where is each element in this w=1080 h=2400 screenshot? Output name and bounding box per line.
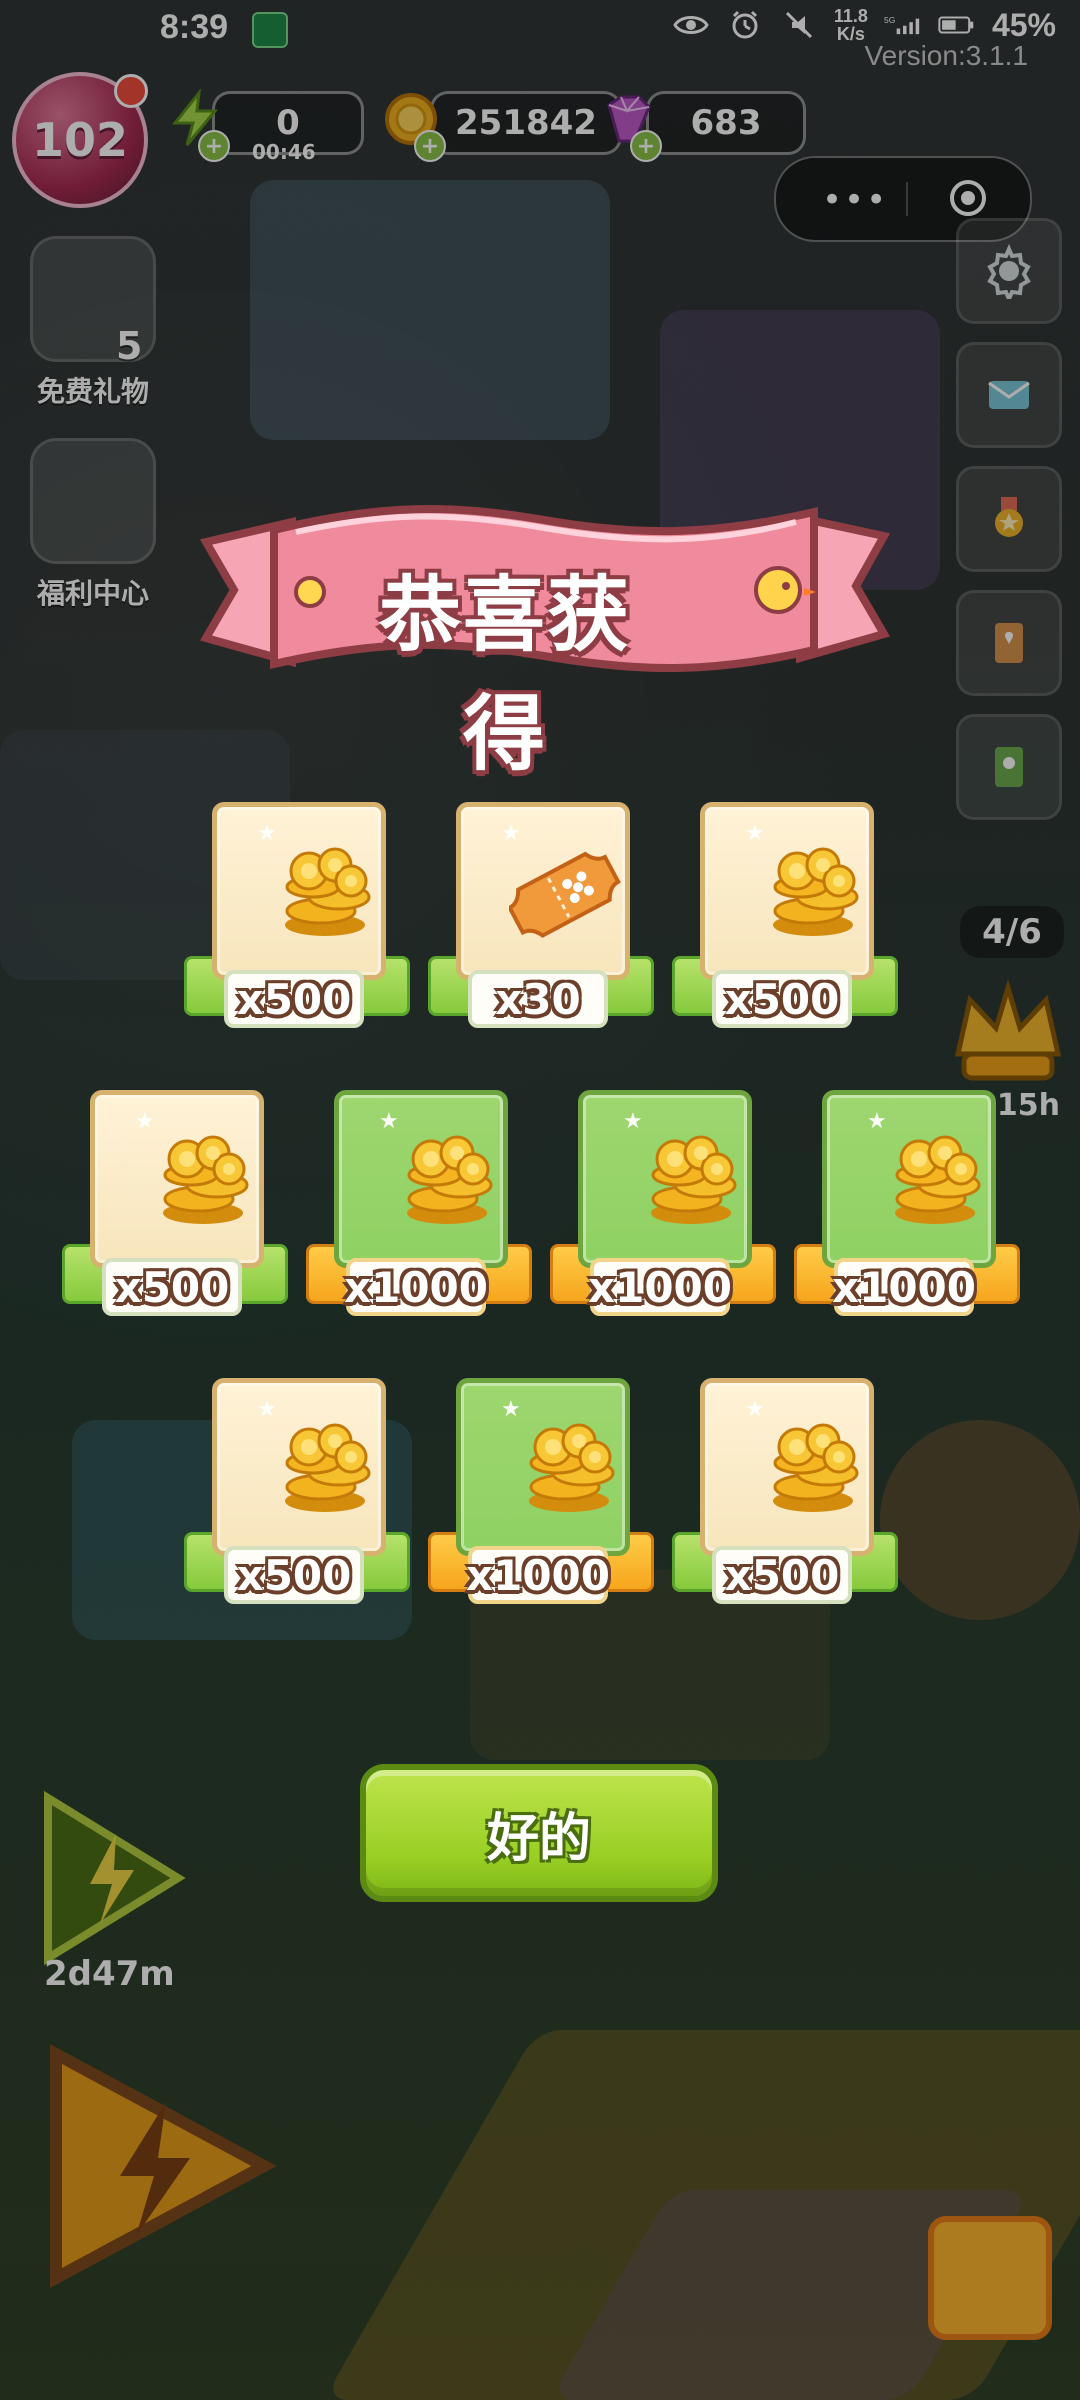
gold-coins-icon: [631, 1123, 755, 1235]
reward-amount: x500: [224, 970, 364, 1028]
reward-frame: ★: [456, 802, 630, 980]
gold-coins-icon: [387, 1123, 511, 1235]
reward-frame: ★: [578, 1090, 752, 1268]
reward-amount: x500: [102, 1258, 242, 1316]
ticket-icon: [506, 835, 633, 947]
gold-coins-icon: [509, 1411, 633, 1523]
reward-frame: ★: [212, 802, 386, 980]
reward-card: ★ x1000: [306, 1090, 532, 1335]
reward-amount: x500: [712, 1546, 852, 1604]
confirm-button[interactable]: 好的: [360, 1764, 718, 1902]
reward-card: ★ x1000: [794, 1090, 1020, 1335]
reward-frame: ★: [212, 1378, 386, 1556]
reward-grid: ★ x500 ★ x30 ★ x500 ★ x500 ★ x1000 ★ x10…: [0, 0, 1080, 2400]
reward-amount: x1000: [832, 1258, 976, 1316]
gold-coins-icon: [143, 1123, 267, 1235]
reward-card: ★ x500: [672, 1378, 898, 1623]
gold-coins-icon: [753, 835, 877, 947]
reward-card: ★ x1000: [428, 1378, 654, 1623]
reward-amount: x1000: [344, 1258, 488, 1316]
reward-card: ★ x500: [184, 802, 410, 1047]
gold-coins-icon: [753, 1411, 877, 1523]
reward-frame: ★: [700, 802, 874, 980]
gold-coins-icon: [265, 1411, 389, 1523]
reward-frame: ★: [700, 1378, 874, 1556]
reward-frame: ★: [90, 1090, 264, 1268]
gold-coins-icon: [265, 835, 389, 947]
gold-coins-icon: [875, 1123, 999, 1235]
reward-card: ★ x500: [672, 802, 898, 1047]
reward-amount: x500: [712, 970, 852, 1028]
reward-amount: x1000: [588, 1258, 732, 1316]
reward-card: ★ x1000: [550, 1090, 776, 1335]
reward-card: ★ x500: [184, 1378, 410, 1623]
reward-frame: ★: [456, 1378, 630, 1556]
reward-frame: ★: [822, 1090, 996, 1268]
reward-amount: x30: [468, 970, 608, 1028]
reward-card: ★ x30: [428, 802, 654, 1047]
reward-card: ★ x500: [62, 1090, 288, 1335]
reward-frame: ★: [334, 1090, 508, 1268]
confirm-button-label: 好的: [486, 1809, 591, 1868]
reward-amount: x1000: [466, 1546, 610, 1604]
reward-amount: x500: [224, 1546, 364, 1604]
